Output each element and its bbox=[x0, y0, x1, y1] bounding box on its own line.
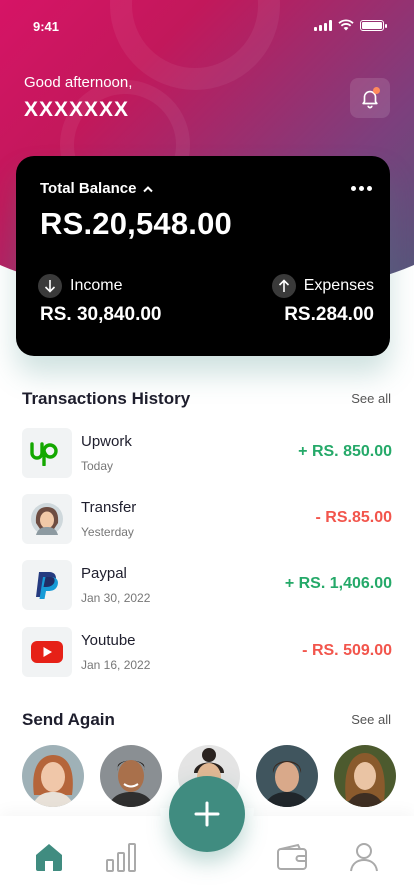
bar-chart-icon bbox=[106, 843, 136, 872]
transaction-amount: + RS. 850.00 bbox=[298, 443, 392, 460]
transaction-name: Paypal bbox=[81, 565, 127, 582]
transaction-date: Jan 30, 2022 bbox=[81, 591, 151, 605]
profile-icon bbox=[350, 843, 378, 872]
battery-icon bbox=[360, 19, 387, 31]
total-balance-toggle[interactable]: Total Balance bbox=[40, 180, 154, 197]
add-transaction-button[interactable] bbox=[169, 776, 245, 852]
signal-icon bbox=[314, 19, 332, 31]
transaction-date: Yesterday bbox=[81, 525, 134, 539]
income-value: RS. 30,840.00 bbox=[40, 304, 162, 325]
greeting-text: Good afternoon, bbox=[24, 74, 133, 91]
transaction-name: Transfer bbox=[81, 499, 137, 516]
contact-avatar[interactable] bbox=[22, 745, 84, 807]
transaction-row[interactable]: Upwork Today + RS. 850.00 bbox=[22, 428, 392, 480]
expenses-value: RS.284.00 bbox=[284, 304, 374, 325]
balance-card[interactable]: Total Balance RS.20,548.00 Income Expens… bbox=[16, 156, 390, 356]
transaction-amount: - RS.85.00 bbox=[315, 509, 392, 526]
transaction-amount: - RS. 509.00 bbox=[302, 642, 392, 659]
transaction-row[interactable]: Paypal Jan 30, 2022 + RS. 1,406.00 bbox=[22, 560, 392, 612]
transaction-date: Jan 16, 2022 bbox=[81, 658, 151, 672]
nav-statistics[interactable] bbox=[104, 840, 138, 874]
arrow-up-icon bbox=[271, 274, 296, 298]
transaction-name: Youtube bbox=[81, 632, 136, 649]
transaction-date: Today bbox=[81, 459, 114, 473]
income-label-group: Income bbox=[38, 274, 122, 298]
arrow-down-icon bbox=[38, 274, 62, 298]
nav-home[interactable] bbox=[32, 840, 66, 874]
income-label: Income bbox=[70, 277, 123, 294]
home-icon bbox=[36, 844, 62, 871]
transactions-title: Transactions History bbox=[22, 389, 191, 408]
contact-avatar[interactable] bbox=[100, 745, 162, 807]
chevron-up-icon bbox=[143, 185, 154, 192]
total-balance-label: Total Balance bbox=[40, 180, 137, 197]
transaction-name: Upwork bbox=[81, 433, 132, 450]
total-balance-amount: RS.20,548.00 bbox=[40, 206, 232, 241]
expenses-label-group: Expenses bbox=[271, 274, 374, 298]
transaction-row[interactable]: Transfer Yesterday - RS.85.00 bbox=[22, 494, 392, 546]
paypal-icon bbox=[22, 560, 72, 610]
nav-profile[interactable] bbox=[347, 840, 381, 874]
contact-avatar[interactable] bbox=[256, 745, 318, 807]
send-again-title: Send Again bbox=[22, 710, 115, 729]
notification-button[interactable] bbox=[350, 78, 390, 118]
transactions-see-all-link[interactable]: See all bbox=[351, 391, 391, 406]
status-icons bbox=[314, 19, 387, 31]
wallet-icon bbox=[277, 843, 307, 870]
status-time: 9:41 bbox=[33, 19, 60, 34]
transaction-amount: + RS. 1,406.00 bbox=[284, 575, 392, 592]
expenses-label: Expenses bbox=[303, 277, 374, 294]
more-options-icon[interactable] bbox=[351, 186, 372, 191]
contact-avatar[interactable] bbox=[334, 745, 396, 807]
home-screen: 9:41 Good afternoon, XXXXXXX Total Balan… bbox=[0, 0, 414, 896]
plus-icon bbox=[194, 801, 220, 827]
username: XXXXXXX bbox=[24, 98, 130, 121]
youtube-icon bbox=[22, 627, 72, 677]
transaction-row[interactable]: Youtube Jan 16, 2022 - RS. 509.00 bbox=[22, 627, 392, 679]
person-avatar-icon bbox=[22, 494, 72, 544]
wifi-icon bbox=[338, 19, 354, 31]
notification-dot bbox=[373, 87, 380, 94]
send-again-see-all-link[interactable]: See all bbox=[351, 712, 391, 727]
status-bar: 9:41 bbox=[0, 0, 414, 50]
nav-wallet[interactable] bbox=[275, 840, 309, 874]
upwork-icon bbox=[22, 428, 72, 478]
